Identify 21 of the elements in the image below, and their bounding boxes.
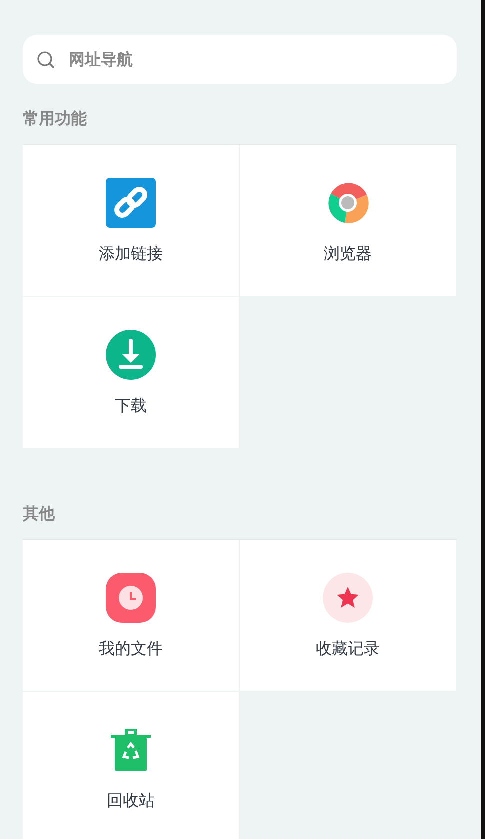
tile-label: 浏览器 [324, 244, 372, 264]
section-heading: 常用功能 [23, 108, 88, 130]
section-heading: 其他 [23, 503, 56, 525]
recycle-bin-icon [111, 728, 151, 770]
feature-tile[interactable]: 浏览器 [240, 145, 457, 297]
feature-tile[interactable]: 下载 [23, 297, 240, 449]
tile-label: 下载 [115, 396, 147, 416]
feature-tile[interactable]: 收藏记录 [240, 540, 457, 692]
search-icon [37, 50, 55, 68]
feature-tile[interactable]: 添加链接 [23, 145, 240, 297]
feature-tile[interactable]: 回收站 [23, 692, 240, 839]
search-field[interactable]: 网址导航 [23, 35, 457, 84]
download-icon [106, 330, 156, 380]
tile-label: 收藏记录 [316, 638, 380, 658]
search-input[interactable]: 网址导航 [69, 48, 443, 72]
chain-link-icon [106, 178, 156, 228]
tile-label: 回收站 [107, 790, 155, 810]
tile-label: 添加链接 [99, 244, 163, 264]
feature-tile[interactable]: 我的文件 [23, 540, 240, 692]
clock-icon [106, 572, 156, 622]
tile-label: 我的文件 [99, 638, 163, 658]
